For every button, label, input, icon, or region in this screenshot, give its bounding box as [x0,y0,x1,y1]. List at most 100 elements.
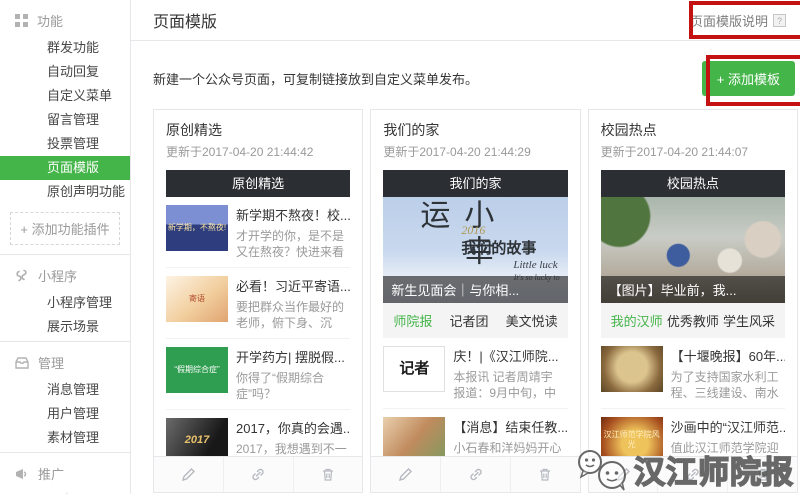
copy-link-button[interactable] [657,457,727,492]
template-help-link[interactable]: 页面模版说明 ? [690,11,786,30]
link-icon [250,467,266,482]
edit-icon [616,467,631,482]
delete-button[interactable] [510,457,580,492]
sidebar-divider [0,341,130,342]
preview-title-bar: 校园热点 [601,170,785,197]
article-item[interactable]: 寄语 必看！习近平寄语... 要把群众当作最好的老师，俯下身、沉下... [166,268,350,339]
article-item[interactable]: “假期综合症” 开学药方| 摆脱假... 你得了“假期综合症”吗？ [166,339,350,410]
edit-button[interactable] [371,457,440,492]
tab-jizhetuan[interactable]: 记者团 [449,311,488,330]
sidebar-item-original-statement[interactable]: 原创声明功能 [0,180,130,204]
add-plugin-button[interactable]: + 添加功能插件 [10,212,120,245]
template-card-our-home[interactable]: 我们的家 更新于2017-04-20 21:44:29 我们的家 小幸运 201… [370,109,580,493]
article-item[interactable]: 【十堰晚报】60年... 为了支持国家水利工程、三线建设、南水北... [601,338,785,409]
card-preview: 原创精选 新学期，不熬夜! 新学期不熬夜！校... 才开学的你，是不是又在熬夜？… [154,166,362,456]
edit-button[interactable] [589,457,658,492]
intro-text: 新建一个公众号页面，可复制链接放到自定义菜单发布。 [153,69,478,88]
template-cards: 原创精选 更新于2017-04-20 21:44:42 原创精选 新学期，不熬夜… [131,109,800,493]
sidebar-item-comment-mgmt[interactable]: 留言管理 [0,108,130,132]
section-label: 小程序 [38,266,77,285]
article-title: 2017，你真的会遇... [236,418,350,437]
copy-link-button[interactable] [440,457,510,492]
sidebar-item-vote-mgmt[interactable]: 投票管理 [0,132,130,156]
article-item[interactable]: 2017 2017，你真的会遇... 2017，我想遇到不一样的自己，你呢？ [166,410,350,456]
tab-meiwenyuedu[interactable]: 美文悦读 [506,311,558,330]
sidebar-item-display-scene[interactable]: 展示场景 [0,315,130,339]
sidebar-item-advertiser[interactable]: 广告主 [0,489,130,494]
link-icon [685,467,701,482]
tab-youxiujiaoshi[interactable]: 优秀教师 [667,311,719,330]
preview-tabs: 师院报 记者团 美文悦读 [383,303,567,338]
main-header: 页面模版 页面模版说明 ? [131,0,800,41]
hero-story-text: 我们的故事 [461,237,536,258]
article-thumbnail: 汉江师范学院风光 [601,417,663,456]
edit-button[interactable] [154,457,223,492]
sidebar-item-miniprogram-mgmt[interactable]: 小程序管理 [0,291,130,315]
app-window: 功能 群发功能 自动回复 自定义菜单 留言管理 投票管理 页面模版 原创声明功能… [0,0,800,494]
section-label: 推广 [38,464,64,483]
article-item[interactable]: 新学期，不熬夜! 新学期不熬夜！校... 才开学的你，是不是又在熬夜？快进来看看… [166,197,350,268]
article-item[interactable]: 记者 庆！|《汉江师院... 本报讯 记者周靖宇 报道：9月中旬，中国高校... [383,338,567,409]
article-item[interactable]: 汉江师范学院风光 沙画中的“汉江师范... 值此汉江师范学院迎来首个国庆节之际，… [601,409,785,456]
copy-link-button[interactable] [223,457,293,492]
card-head: 我们的家 更新于2017-04-20 21:44:29 [371,110,579,166]
article-desc: 小石春和洋妈妈开心地玩耍 周靖宇 摄 本报讯... [453,440,567,456]
thumb-text: 寄语 [189,294,205,304]
card-head: 原创精选 更新于2017-04-20 21:44:42 [154,110,362,166]
card-head: 校园热点 更新于2017-04-20 21:44:07 [589,110,797,166]
sidebar-section-manage: 管理 [0,346,130,378]
article-desc: 2017，我想遇到不一样的自己，你呢？ [236,441,350,456]
delete-button[interactable] [293,457,363,492]
article-thumbnail [383,417,445,456]
sidebar-item-page-template[interactable]: 页面模版 [0,156,130,180]
sidebar-item-auto-reply[interactable]: 自动回复 [0,60,130,84]
delete-button[interactable] [727,457,797,492]
thumb-text: 记者 [399,360,429,378]
article-desc: 才开学的你，是不是又在熬夜？快进来看看吧！ [236,228,350,260]
thumb-text: 2017 [185,434,209,447]
hero-image[interactable]: 小幸运 2016 我们的故事 Little luck It's so lucky… [383,197,567,303]
article-thumbnail: 记者 [383,346,445,392]
delete-icon [321,467,335,482]
help-link-label: 页面模版说明 [690,11,768,30]
article-thumbnail [601,346,663,392]
hero-script-text: Little luck [513,259,557,271]
article-desc: 你得了“假期综合症”吗？ [236,370,350,402]
card-title: 校园热点 [601,120,785,140]
tab-xueshengfengcai[interactable]: 学生风采 [723,311,775,330]
card-footer [371,456,579,492]
hero-caption: 【图片】毕业前，我... [601,276,785,303]
sidebar: 功能 群发功能 自动回复 自定义菜单 留言管理 投票管理 页面模版 原创声明功能… [0,0,131,494]
template-card-campus-hotspot[interactable]: 校园热点 更新于2017-04-20 21:44:07 校园热点 【图片】毕业前… [588,109,798,493]
sidebar-item-user-mgmt[interactable]: 用户管理 [0,402,130,426]
tab-wodehanshi[interactable]: 我的汉师 [611,311,663,330]
article-title: 新学期不熬夜！校... [236,205,350,224]
card-title: 我们的家 [383,120,567,140]
intro-row: 新建一个公众号页面，可复制链接放到自定义菜单发布。 + 添加模板 [131,41,800,109]
add-template-button[interactable]: + 添加模板 [702,61,795,96]
miniprogram-icon [15,269,29,282]
article-item[interactable]: 【消息】结束任教... 小石春和洋妈妈开心地玩耍 周靖宇 摄 本报讯... [383,409,567,456]
sidebar-section-features: 功能 [0,4,130,36]
sidebar-divider [0,254,130,255]
hero-caption: 新生见面会｜与你相... [383,276,567,303]
help-icon[interactable]: ? [773,14,786,27]
thumb-text: 汉江师范学院风光 [601,430,663,449]
main-panel: 页面模版 页面模版说明 ? 新建一个公众号页面，可复制链接放到自定义菜单发布。 … [131,0,800,494]
grid-icon [15,14,28,27]
section-label: 管理 [38,353,64,372]
article-thumbnail: “假期综合症” [166,347,228,393]
sidebar-item-message-mgmt[interactable]: 消息管理 [0,378,130,402]
sidebar-section-miniprogram: 小程序 [0,259,130,291]
thumb-text: “假期综合症” [174,365,219,375]
template-card-original-picks[interactable]: 原创精选 更新于2017-04-20 21:44:42 原创精选 新学期，不熬夜… [153,109,363,493]
article-title: 必看！习近平寄语... [236,276,350,295]
link-icon [468,467,484,482]
article-title: 开学药方| 摆脱假... [236,347,350,366]
article-thumbnail: 新学期，不熬夜! [166,205,228,251]
tab-shiyuanbao[interactable]: 师院报 [393,311,432,330]
sidebar-item-material-mgmt[interactable]: 素材管理 [0,426,130,450]
sidebar-item-custom-menu[interactable]: 自定义菜单 [0,84,130,108]
hero-image[interactable]: 【图片】毕业前，我... [601,197,785,303]
sidebar-item-mass-send[interactable]: 群发功能 [0,36,130,60]
